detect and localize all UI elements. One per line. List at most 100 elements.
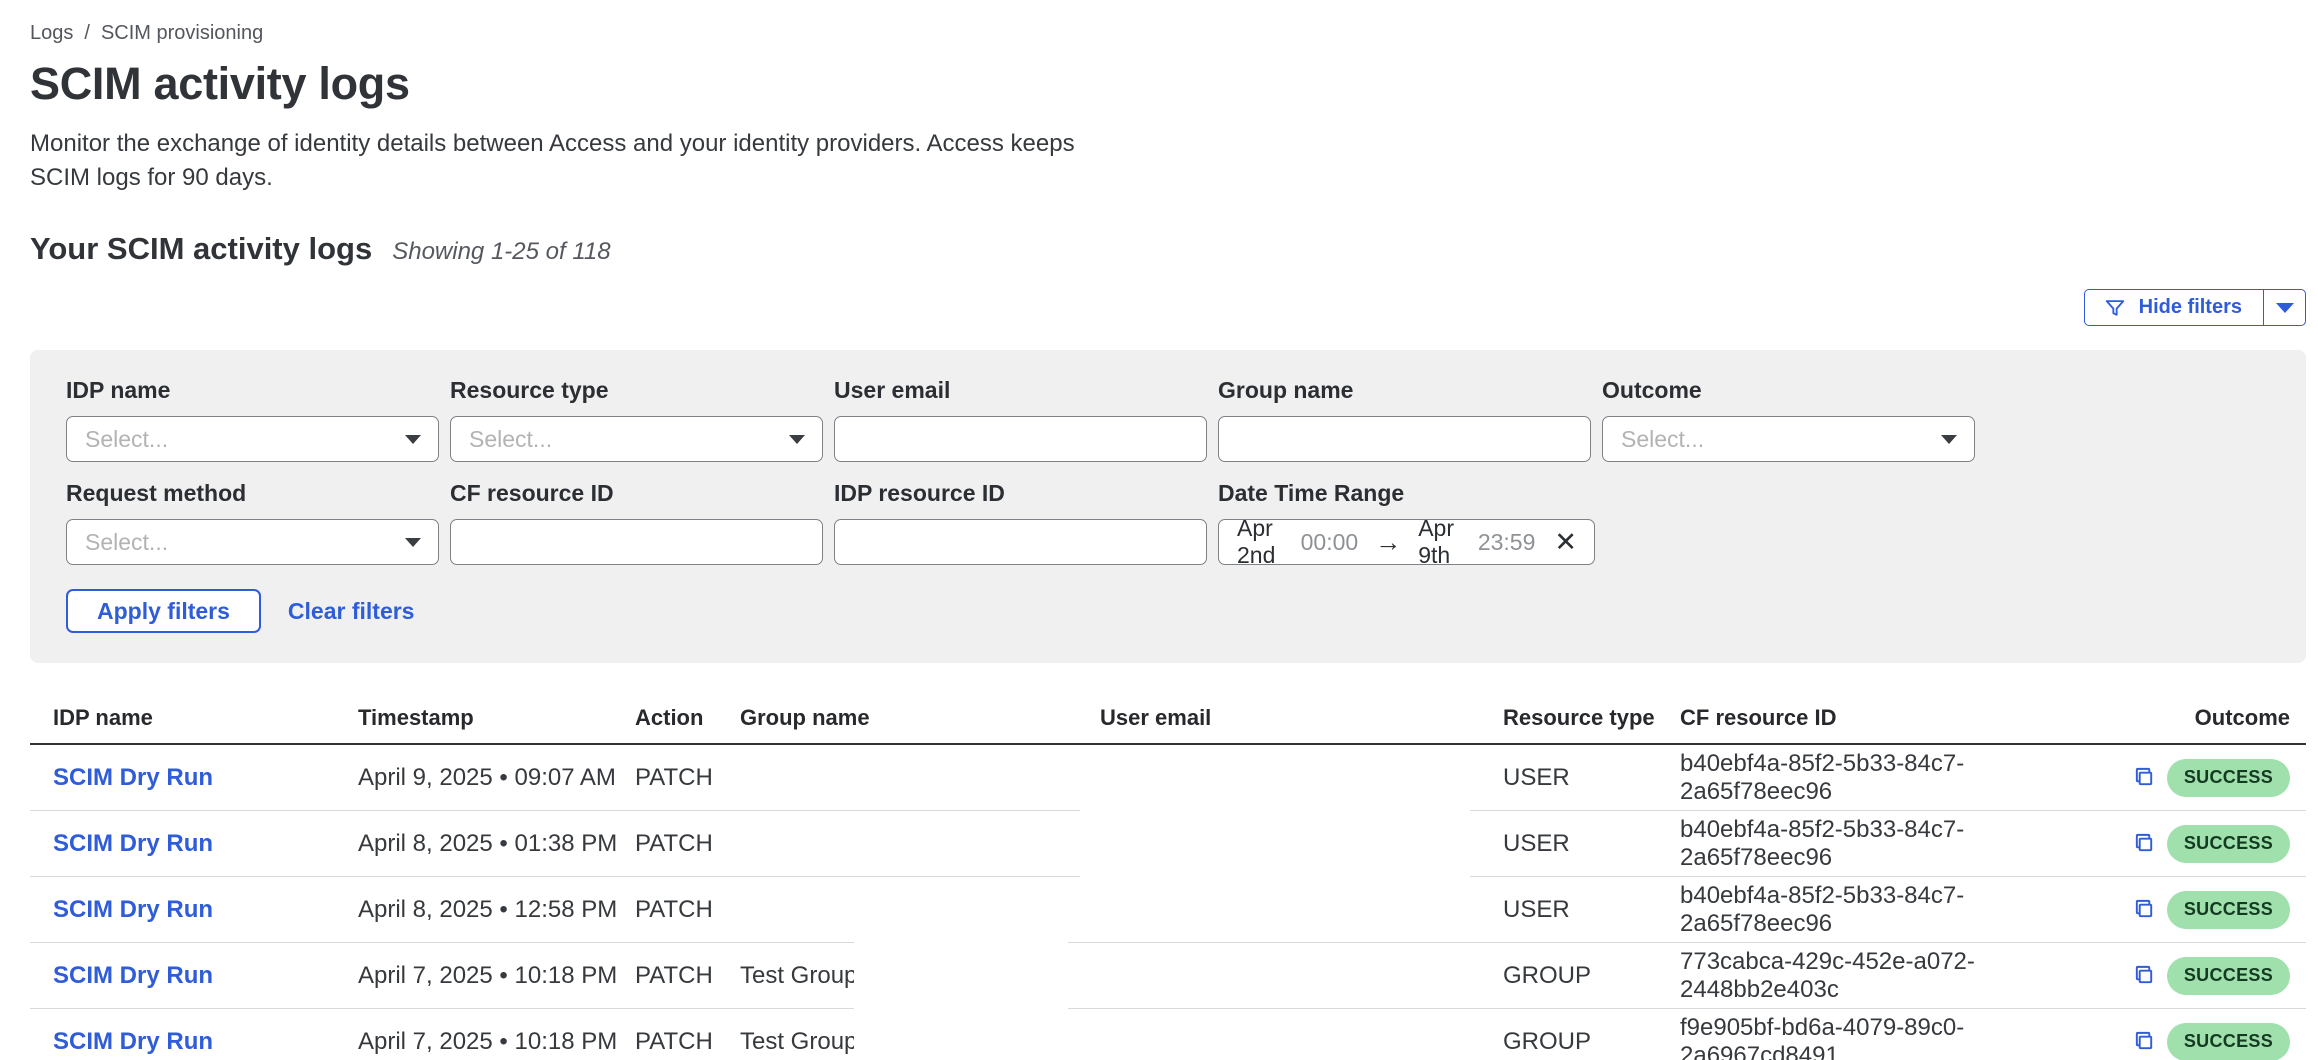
filter-field-request-method: Request method Select... <box>66 480 439 565</box>
cf-resource-id-value: 773cabca-429c-452e-a072-2448bb2e403c <box>1680 948 2114 1004</box>
status-badge: SUCCESS <box>2167 1023 2290 1060</box>
copy-icon[interactable] <box>2133 964 2156 987</box>
col-header-group-name: Group name <box>740 705 1100 743</box>
col-header-idp-name: IDP name <box>30 705 358 743</box>
range-start-time: 00:00 <box>1301 529 1359 556</box>
clear-filters-link[interactable]: Clear filters <box>288 598 415 625</box>
hide-filters-button[interactable]: Hide filters <box>2084 289 2306 326</box>
filter-field-idp-name: IDP name Select... <box>66 377 439 462</box>
status-badge: SUCCESS <box>2167 759 2290 797</box>
cf-resource-id-value: b40ebf4a-85f2-5b33-84c7-2a65f78eec96 <box>1680 750 2114 806</box>
range-end-time: 23:59 <box>1478 529 1536 556</box>
select-placeholder: Select... <box>1621 426 1704 453</box>
apply-filters-button[interactable]: Apply filters <box>66 589 261 633</box>
filter-label: Date Time Range <box>1218 480 1595 507</box>
section-heading: Your SCIM activity logs <box>30 231 372 267</box>
status-badge: SUCCESS <box>2167 891 2290 929</box>
filter-label: User email <box>834 377 1207 404</box>
group-name-redaction-overlay <box>854 938 1068 1060</box>
select-placeholder: Select... <box>85 529 168 556</box>
group-name-input[interactable] <box>1218 416 1591 462</box>
action-cell: PATCH <box>635 896 740 924</box>
filter-field-date-time-range: Date Time Range Apr 2nd 00:00 → Apr 9th … <box>1218 480 1595 565</box>
copy-icon[interactable] <box>2133 898 2156 921</box>
col-header-action: Action <box>635 705 740 743</box>
select-placeholder: Select... <box>469 426 552 453</box>
range-end-date: Apr 9th <box>1418 515 1465 569</box>
action-cell: PATCH <box>635 1028 740 1056</box>
col-header-outcome: Outcome <box>2195 705 2290 743</box>
status-badge: SUCCESS <box>2167 957 2290 995</box>
idp-name-link[interactable]: SCIM Dry Run <box>53 830 213 857</box>
breadcrumb: Logs / SCIM provisioning <box>30 22 2306 45</box>
chevron-down-icon <box>405 538 421 547</box>
filter-label: Resource type <box>450 377 823 404</box>
chevron-down-icon <box>789 435 805 444</box>
table-row: SCIM Dry Run April 7, 2025 • 10:18 PM PA… <box>30 943 2306 1009</box>
col-header-timestamp: Timestamp <box>358 705 635 743</box>
col-header-cf-resource-id: CF resource ID <box>1680 705 2156 743</box>
action-cell: PATCH <box>635 830 740 858</box>
col-header-user-email: User email <box>1100 705 1503 743</box>
status-badge: SUCCESS <box>2167 825 2290 863</box>
cf-resource-id-input[interactable] <box>450 519 823 565</box>
timestamp-cell: April 8, 2025 • 12:58 PM <box>358 896 635 924</box>
outcome-select[interactable]: Select... <box>1602 416 1975 462</box>
filters-dropdown-toggle[interactable] <box>2263 290 2305 325</box>
idp-resource-id-input[interactable] <box>834 519 1207 565</box>
chevron-down-icon <box>2276 303 2294 313</box>
action-cell: PATCH <box>635 764 740 792</box>
filter-field-resource-type: Resource type Select... <box>450 377 823 462</box>
resource-type-select[interactable]: Select... <box>450 416 823 462</box>
cf-resource-id-value: f9e905bf-bd6a-4079-89c0-2a6967cd8491 <box>1680 1014 2114 1060</box>
idp-name-link[interactable]: SCIM Dry Run <box>53 962 213 989</box>
copy-icon[interactable] <box>2133 832 2156 855</box>
idp-name-link[interactable]: SCIM Dry Run <box>53 764 213 791</box>
filter-field-group-name: Group name <box>1218 377 1591 462</box>
table-header-row: IDP name Timestamp Action Group name Use… <box>30 705 2306 745</box>
breadcrumb-scim-provisioning[interactable]: SCIM provisioning <box>101 22 263 45</box>
showing-count: Showing 1-25 of 118 <box>392 238 610 266</box>
filter-label: IDP name <box>66 377 439 404</box>
copy-icon[interactable] <box>2133 766 2156 789</box>
select-placeholder: Select... <box>85 426 168 453</box>
timestamp-cell: April 7, 2025 • 10:18 PM <box>358 1028 635 1056</box>
filter-label: IDP resource ID <box>834 480 1207 507</box>
request-method-select[interactable]: Select... <box>66 519 439 565</box>
filter-funnel-icon <box>2104 297 2126 319</box>
filter-label: CF resource ID <box>450 480 823 507</box>
timestamp-cell: April 9, 2025 • 09:07 AM <box>358 764 635 792</box>
breadcrumb-separator: / <box>84 22 90 45</box>
hide-filters-label: Hide filters <box>2139 296 2242 319</box>
resource-type-cell: USER <box>1503 896 1680 924</box>
resource-type-cell: GROUP <box>1503 1028 1680 1056</box>
date-time-range-picker[interactable]: Apr 2nd 00:00 → Apr 9th 23:59 ✕ <box>1218 519 1595 565</box>
user-email-input[interactable] <box>834 416 1207 462</box>
breadcrumb-logs[interactable]: Logs <box>30 22 73 45</box>
resource-type-cell: USER <box>1503 830 1680 858</box>
idp-name-link[interactable]: SCIM Dry Run <box>53 896 213 923</box>
chevron-down-icon <box>405 435 421 444</box>
action-cell: PATCH <box>635 962 740 990</box>
timestamp-cell: April 8, 2025 • 01:38 PM <box>358 830 635 858</box>
resource-type-cell: USER <box>1503 764 1680 792</box>
filter-field-cf-resource-id: CF resource ID <box>450 480 823 565</box>
filter-label: Outcome <box>1602 377 1975 404</box>
scim-activity-logs-page: Logs / SCIM provisioning SCIM activity l… <box>0 0 2318 1060</box>
chevron-down-icon <box>1941 435 1957 444</box>
clear-date-range-icon[interactable]: ✕ <box>1548 529 1577 556</box>
filter-field-user-email: User email <box>834 377 1207 462</box>
col-header-resource-type: Resource type <box>1503 705 1680 743</box>
resource-type-cell: GROUP <box>1503 962 1680 990</box>
table-row: SCIM Dry Run April 7, 2025 • 10:18 PM PA… <box>30 1009 2306 1060</box>
filter-label: Group name <box>1218 377 1591 404</box>
filter-panel: IDP name Select... Resource type Select.… <box>30 350 2306 663</box>
filter-field-outcome: Outcome Select... <box>1602 377 1975 462</box>
page-description: Monitor the exchange of identity details… <box>30 127 1115 195</box>
cf-resource-id-value: b40ebf4a-85f2-5b33-84c7-2a65f78eec96 <box>1680 816 2114 872</box>
copy-icon[interactable] <box>2133 1030 2156 1053</box>
arrow-right-icon: → <box>1371 527 1405 558</box>
idp-name-link[interactable]: SCIM Dry Run <box>53 1028 213 1055</box>
filter-label: Request method <box>66 480 439 507</box>
idp-name-select[interactable]: Select... <box>66 416 439 462</box>
